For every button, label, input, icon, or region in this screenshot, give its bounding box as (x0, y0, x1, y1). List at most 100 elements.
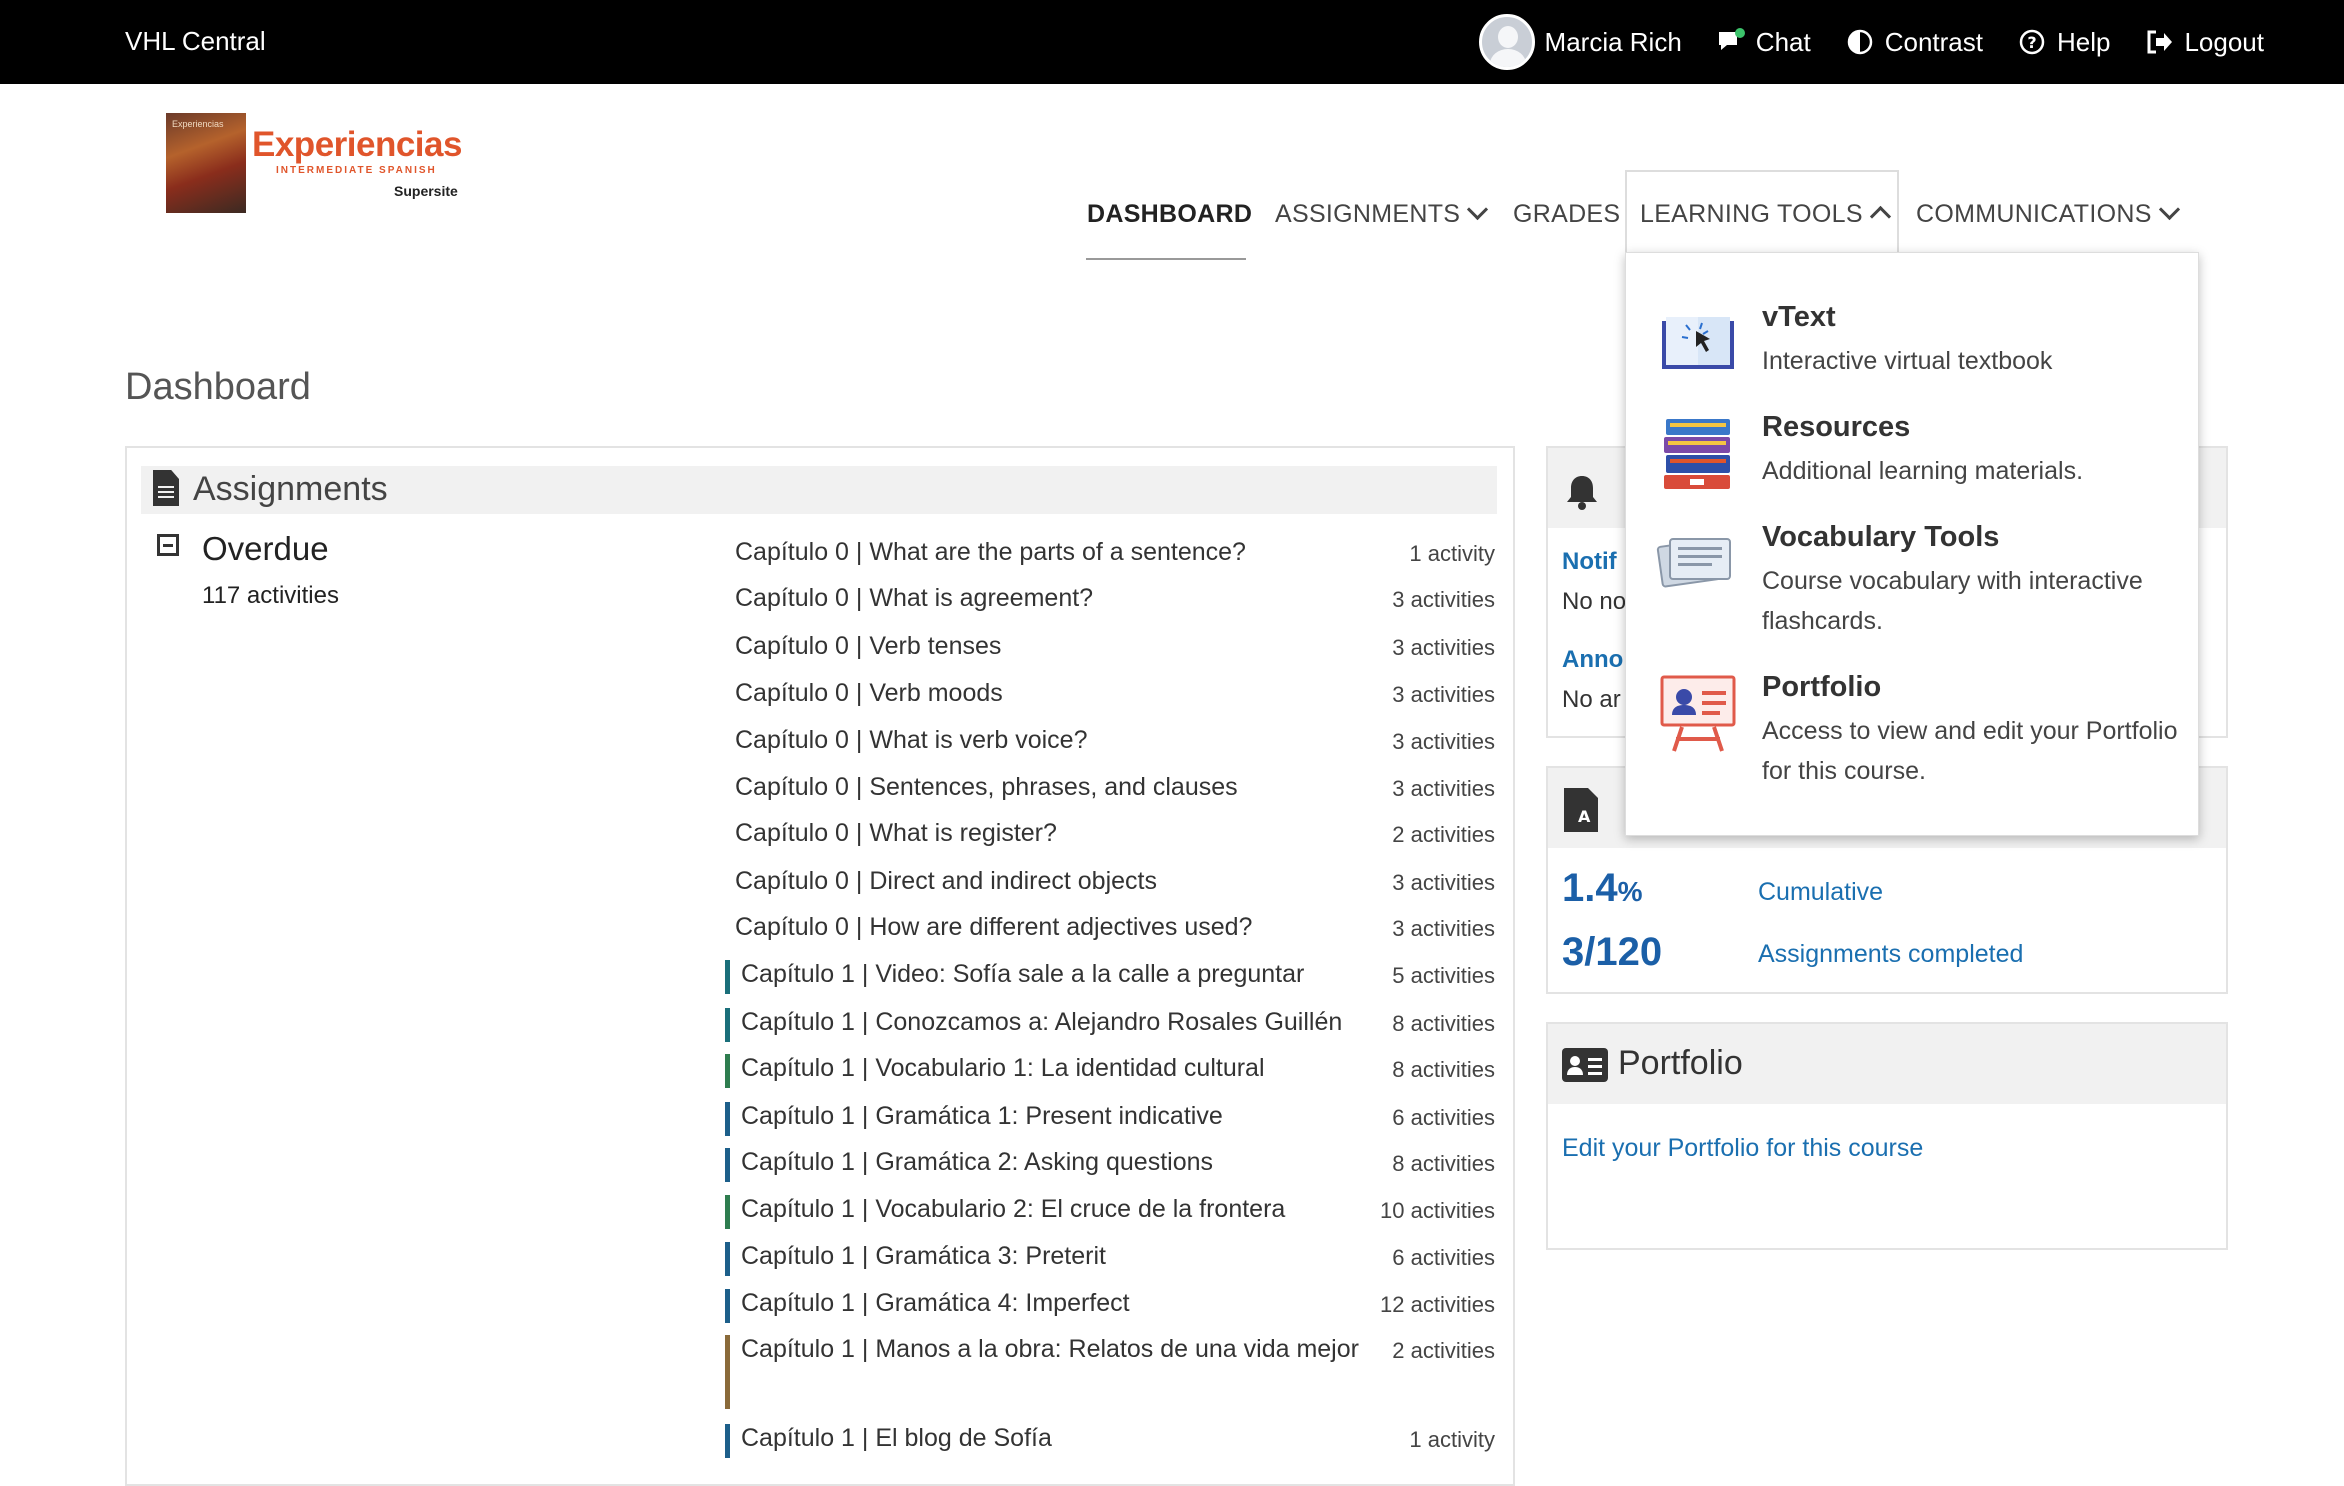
assignment-row[interactable]: Capítulo 1 | Video: Sofía sale a la call… (725, 954, 1495, 994)
assignment-row[interactable]: Capítulo 1 | Manos a la obra: Relatos de… (725, 1329, 1495, 1409)
assignment-name[interactable]: Capítulo 1 | Gramática 4: Imperfect (741, 1283, 1381, 1323)
menu-item-resources-title: Resources (1762, 411, 1911, 443)
assignment-row[interactable]: Capítulo 1 | Gramática 4: Imperfect 12 ac… (725, 1283, 1495, 1323)
contrast-label: Contrast (1884, 26, 1983, 57)
brand-name[interactable]: VHL Central (125, 26, 266, 57)
user-menu[interactable]: Marcia Rich (1478, 14, 1682, 70)
assignment-row[interactable]: Capítulo 1 | El blog de Sofía 1 activity (725, 1418, 1495, 1458)
menu-item-vocabulary-tools-desc: Course vocabulary with interactive flash… (1762, 567, 2143, 635)
avatar (1478, 14, 1535, 70)
chapter-color-bar (725, 1335, 730, 1409)
collapse-toggle-icon[interactable] (157, 534, 179, 556)
assignment-name[interactable]: Capítulo 1 | Vocabulario 2: El cruce de … (741, 1189, 1381, 1229)
chat-icon (1718, 28, 1745, 50)
chat-button[interactable]: Chat (1716, 27, 1811, 58)
nav-assignments[interactable]: ASSIGNMENTS (1275, 198, 1489, 229)
assignment-row[interactable]: Capítulo 0 | Verb moods 3 activities (725, 673, 1495, 713)
svg-text:?: ? (2027, 33, 2036, 52)
assignments-completed-link[interactable]: Assignments completed (1758, 940, 2023, 969)
logout-icon (2147, 30, 2173, 54)
menu-item-vtext-desc: Interactive virtual textbook (1762, 347, 2053, 375)
top-bar: VHL Central Marcia Rich Chat Contrast ? (0, 0, 2344, 84)
menu-item-portfolio-title: Portfolio (1762, 671, 1882, 703)
assignments-title: Assignments (193, 470, 388, 508)
chapter-color-bar (725, 1242, 730, 1276)
assignment-name[interactable]: Capítulo 0 | What is register? (735, 813, 1375, 853)
assignment-name[interactable]: Capítulo 1 | Vocabulario 1: La identidad… (741, 1048, 1381, 1088)
assignment-name[interactable]: Capítulo 1 | El blog de Sofía (741, 1418, 1381, 1458)
cover-text: Experiencias (172, 119, 224, 129)
assignment-row[interactable]: Capítulo 1 | Conozcamos a: Alejandro Ros… (725, 1002, 1495, 1042)
assignment-row[interactable]: Capítulo 1 | Vocabulario 2: El cruce de … (725, 1189, 1495, 1229)
contrast-button[interactable]: Contrast (1845, 27, 1983, 58)
id-card-icon (1562, 1048, 1608, 1082)
nav-learning-tools[interactable]: LEARNING TOOLS (1640, 200, 1891, 229)
assignment-name[interactable]: Capítulo 1 | Gramática 1: Present indica… (741, 1096, 1381, 1136)
chapter-color-bar (725, 960, 730, 994)
assignment-row[interactable]: Capítulo 1 | Gramática 2: Asking questio… (725, 1142, 1495, 1182)
assignments-header: Assignments (141, 466, 1497, 514)
main-nav: DASHBOARD ASSIGNMENTS GRADES LEARNING TO… (0, 170, 2344, 260)
assignment-row[interactable]: Capítulo 0 | What are the parts of a sen… (725, 532, 1495, 572)
assignment-name[interactable]: Capítulo 0 | What are the parts of a sen… (735, 532, 1375, 572)
assignment-name[interactable]: Capítulo 1 | Conozcamos a: Alejandro Ros… (741, 1002, 1381, 1042)
assignment-name[interactable]: Capítulo 0 | What is verb voice? (735, 720, 1375, 760)
active-nav-underline (1086, 258, 1246, 260)
assignment-name[interactable]: Capítulo 0 | Direct and indirect objects (735, 861, 1375, 901)
assignments-panel: Assignments Overdue 117 activities Capít… (125, 446, 1515, 1486)
assignment-activity-count: 3 activities (1392, 870, 1495, 895)
assignment-name[interactable]: Capítulo 0 | Verb moods (735, 673, 1375, 713)
easel-profile-icon (1660, 675, 1736, 752)
nav-communications-label: COMMUNICATIONS (1916, 200, 2152, 228)
cumulative-link[interactable]: Cumulative (1758, 878, 1883, 907)
nav-communications[interactable]: COMMUNICATIONS (1916, 198, 2180, 229)
top-nav: Marcia Rich Chat Contrast ? Help Logout (1478, 0, 2264, 84)
assignment-activity-count: 6 activities (1392, 1245, 1495, 1270)
assignment-activity-count: 3 activities (1392, 776, 1495, 801)
overdue-label: Overdue (202, 530, 329, 567)
flashcards-icon (1656, 538, 1731, 588)
assignment-name[interactable]: Capítulo 1 | Manos a la obra: Relatos de… (741, 1329, 1381, 1369)
assignment-name[interactable]: Capítulo 0 | Sentences, phrases, and cla… (735, 767, 1375, 807)
book-cursor-icon (1662, 317, 1734, 369)
assignment-row[interactable]: Capítulo 0 | Sentences, phrases, and cla… (725, 767, 1495, 807)
edit-portfolio-link[interactable]: Edit your Portfolio for this course (1562, 1134, 1923, 1163)
assignment-name[interactable]: Capítulo 1 | Gramática 2: Asking questio… (741, 1142, 1381, 1182)
assignment-row[interactable]: Capítulo 1 | Gramática 1: Present indica… (725, 1096, 1495, 1136)
nav-dashboard[interactable]: DASHBOARD (1087, 200, 1252, 229)
assignment-name[interactable]: Capítulo 0 | Verb tenses (735, 626, 1375, 666)
assignment-row[interactable]: Capítulo 1 | Vocabulario 1: La identidad… (725, 1048, 1495, 1088)
announcements-text: No ar (1562, 686, 1621, 713)
assignment-activity-count: 8 activities (1392, 1151, 1495, 1176)
help-button[interactable]: ? Help (2017, 27, 2110, 58)
assignment-activity-count: 3 activities (1392, 682, 1495, 707)
assignment-activity-count: 3 activities (1392, 729, 1495, 754)
assignment-row[interactable]: Capítulo 0 | Direct and indirect objects… (725, 861, 1495, 901)
assignment-activity-count: 3 activities (1392, 635, 1495, 660)
chevron-down-icon (2158, 198, 2180, 221)
cumulative-percent: 1.4% (1562, 866, 1643, 910)
assignment-row[interactable]: Capítulo 0 | How are different adjective… (725, 907, 1495, 947)
help-icon: ? (2019, 29, 2045, 55)
chapter-color-bar (725, 1424, 730, 1458)
announcements-label[interactable]: Anno (1562, 646, 1623, 674)
notifications-text: No no (1562, 588, 1627, 615)
assignment-row[interactable]: Capítulo 0 | What is verb voice? 3 activi… (725, 720, 1495, 760)
logout-button[interactable]: Logout (2144, 27, 2264, 58)
contrast-icon (1847, 29, 1872, 55)
learning-tools-dropdown: vText Interactive virtual textbook Resou… (1625, 252, 2199, 836)
menu-item-resources-desc: Additional learning materials. (1762, 457, 2084, 485)
assignment-row[interactable]: Capítulo 0 | Verb tenses 3 activities (725, 626, 1495, 666)
assignment-row[interactable]: Capítulo 0 | What is register? 2 activiti… (725, 813, 1495, 853)
assignment-name[interactable]: Capítulo 1 | Gramática 3: Preterit (741, 1236, 1381, 1276)
notifications-label[interactable]: Notif (1562, 548, 1617, 576)
assignment-activity-count: 8 activities (1392, 1057, 1495, 1082)
chat-label: Chat (1755, 26, 1811, 57)
nav-learning-tools-label: LEARNING TOOLS (1640, 200, 1863, 228)
assignment-row[interactable]: Capítulo 0 | What is agreement? 3 activit… (725, 578, 1495, 618)
nav-grades[interactable]: GRADES (1513, 200, 1620, 229)
assignment-name[interactable]: Capítulo 1 | Video: Sofía sale a la call… (741, 954, 1381, 994)
assignment-row[interactable]: Capítulo 1 | Gramática 3: Preterit 6 acti… (725, 1236, 1495, 1276)
assignment-name[interactable]: Capítulo 0 | What is agreement? (735, 578, 1375, 618)
assignment-name[interactable]: Capítulo 0 | How are different adjective… (735, 907, 1375, 947)
